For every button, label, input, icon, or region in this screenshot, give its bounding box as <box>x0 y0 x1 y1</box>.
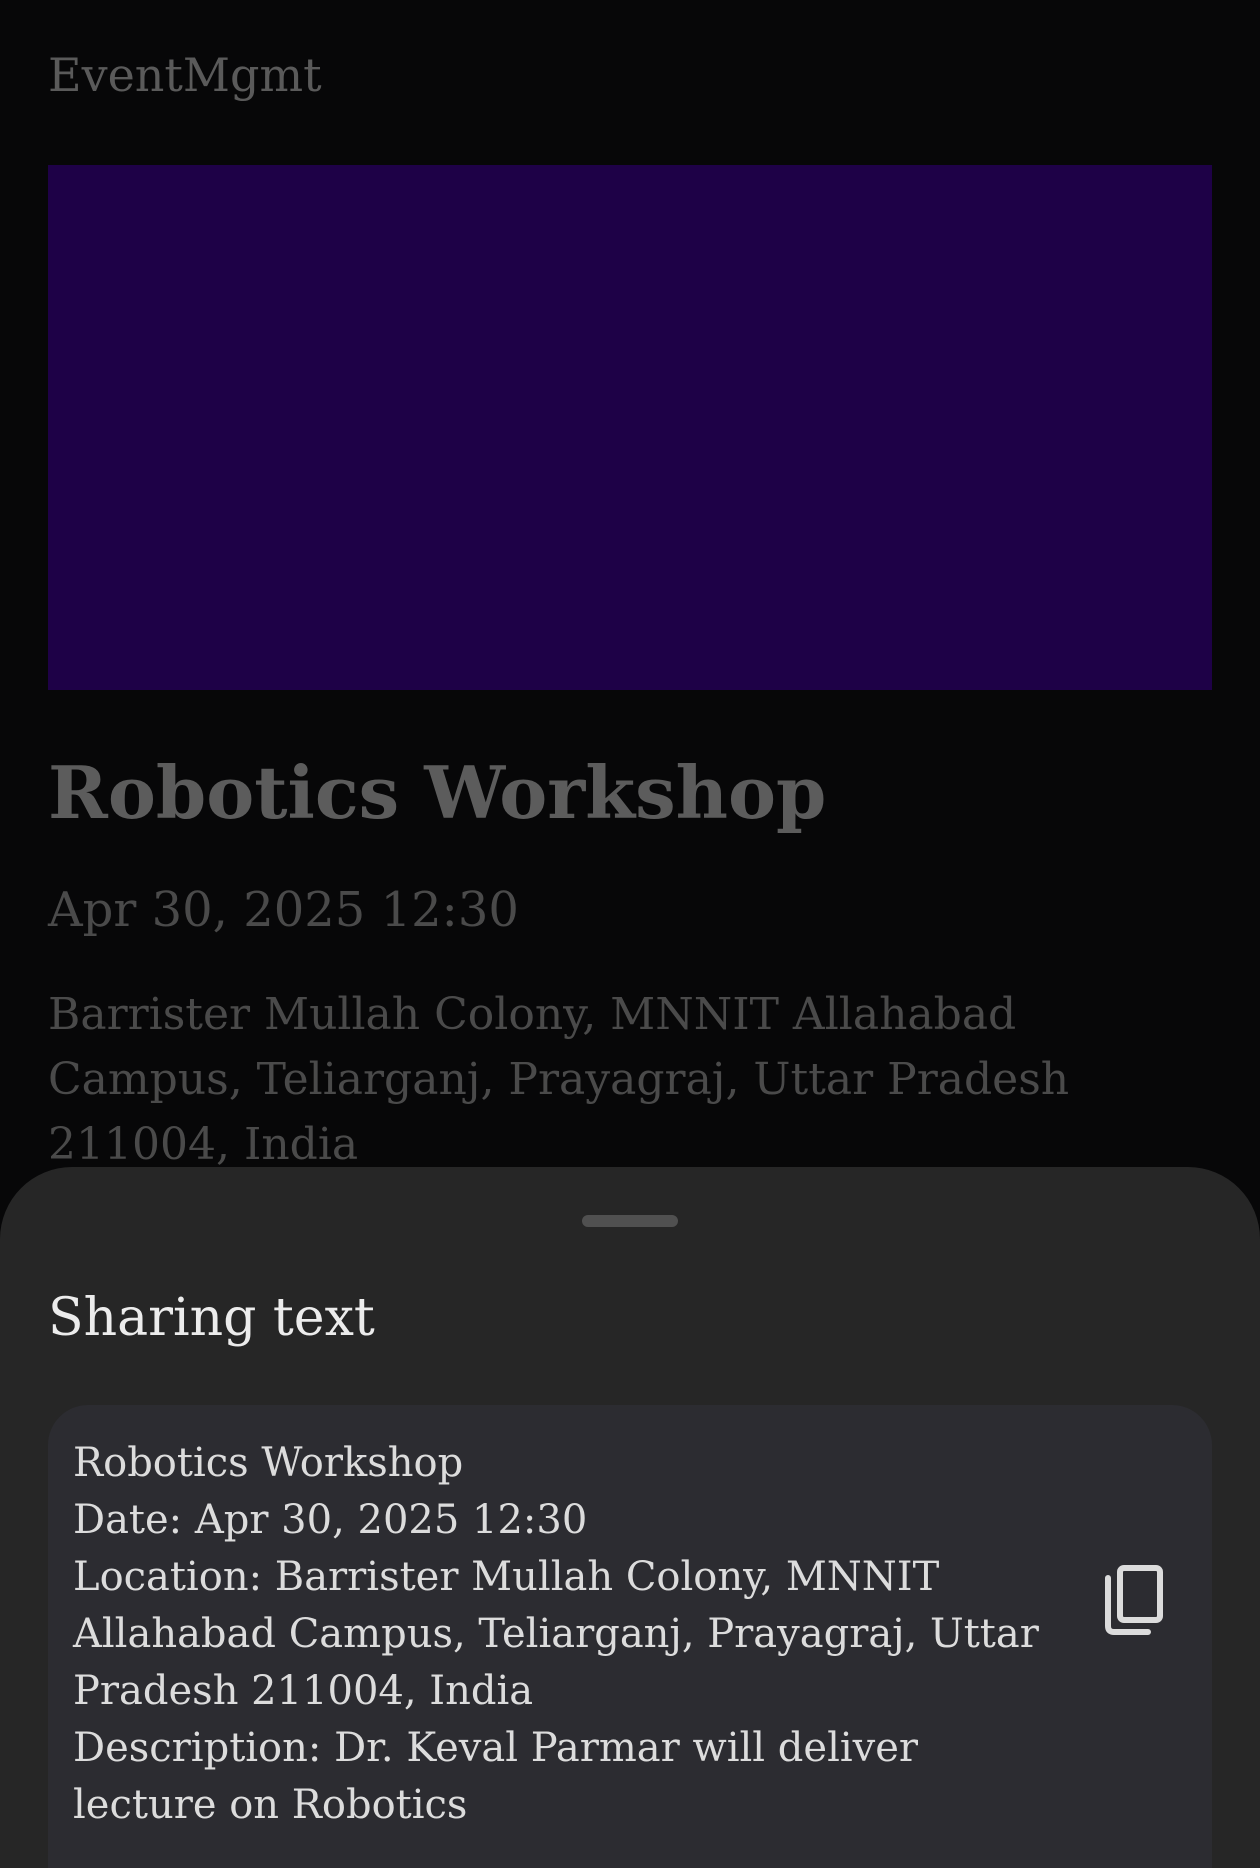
event-datetime: Apr 30, 2025 12:30 <box>48 882 519 938</box>
app-title: EventMgmt <box>48 48 322 102</box>
sheet-drag-handle[interactable] <box>582 1215 678 1227</box>
sheet-title: Sharing text <box>48 1288 375 1348</box>
share-line-title: Robotics Workshop <box>73 1440 464 1486</box>
copy-button[interactable] <box>1088 1555 1178 1645</box>
copy-icon <box>1105 1565 1163 1635</box>
share-text: Robotics Workshop Date: Apr 30, 2025 12:… <box>73 1435 1063 1834</box>
event-title: Robotics Workshop <box>48 750 827 835</box>
event-banner-image <box>48 165 1212 690</box>
share-line-description: Description: Dr. Keval Parmar will deliv… <box>73 1725 919 1828</box>
share-text-box: Robotics Workshop Date: Apr 30, 2025 12:… <box>48 1405 1212 1868</box>
share-bottom-sheet: Sharing text Robotics Workshop Date: Apr… <box>0 1167 1260 1868</box>
event-location: Barrister Mullah Colony, MNNIT Allahabad… <box>48 989 1070 1170</box>
share-line-location: Location: Barrister Mullah Colony, MNNIT… <box>73 1554 1039 1714</box>
share-line-date: Date: Apr 30, 2025 12:30 <box>73 1497 588 1543</box>
